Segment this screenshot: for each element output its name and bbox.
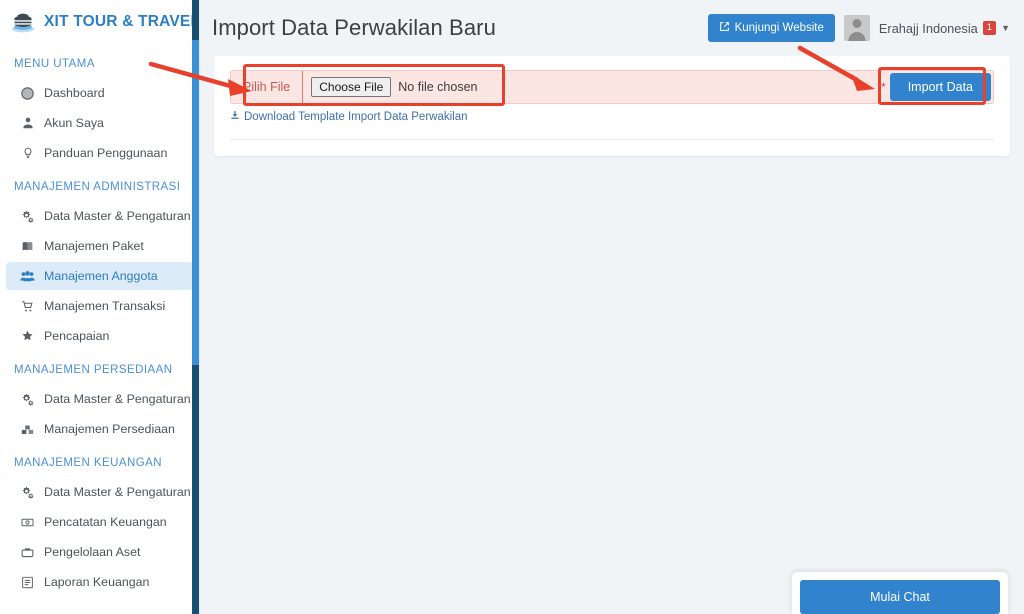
sidebar-brand[interactable]: XIT TOUR & TRAVEL — [0, 0, 199, 46]
sidebar-item-label: Panduan Penggunaan — [44, 146, 167, 160]
import-data-button[interactable]: Import Data — [890, 73, 991, 101]
gears-icon — [20, 393, 35, 406]
gears-icon — [20, 210, 35, 223]
money-icon — [20, 516, 35, 529]
sidebar-item-label: Laporan Keuangan — [44, 575, 149, 589]
boxes-icon — [20, 423, 35, 436]
user-menu[interactable]: Erahajj Indonesia 1 ▼ — [879, 21, 1010, 36]
nav-heading-manajemen-persediaan: MANAJEMEN PERSEDIAAN — [0, 352, 199, 385]
choose-file-button[interactable]: Choose File — [311, 77, 391, 97]
travel-logo-icon — [10, 9, 36, 35]
award-icon — [20, 330, 35, 343]
nav-heading-manajemen-administrasi: MANAJEMEN ADMINISTRASI — [0, 169, 199, 202]
chat-widget: Mulai Chat — [792, 572, 1008, 614]
sidebar-item-label: Akun Saya — [44, 116, 104, 130]
sidebar-item-label: Pengelolaan Aset — [44, 545, 140, 559]
lightbulb-icon — [20, 147, 35, 159]
caret-down-icon: ▼ — [1001, 23, 1010, 33]
visit-website-button[interactable]: Kunjungi Website — [708, 14, 835, 42]
download-icon — [230, 110, 240, 123]
notification-badge: 1 — [983, 21, 996, 35]
sidebar-item-label: Manajemen Paket — [44, 239, 144, 253]
card-divider — [230, 139, 994, 140]
main-content: Import Data Perwakilan Baru Kunjungi Web… — [200, 0, 1024, 614]
sidebar-scrollbar-thumb[interactable] — [192, 40, 199, 365]
file-input-label: Pilih File — [231, 71, 303, 103]
sidebar-item-data-master-keuangan[interactable]: Data Master & Pengaturan — [6, 478, 193, 506]
app-root: XIT TOUR & TRAVEL MENU UTAMA Dashboard — [0, 0, 1024, 614]
brand-title: XIT TOUR & TRAVEL — [44, 13, 200, 31]
sidebar-item-label: Pencapaian — [44, 329, 109, 343]
topbar: Import Data Perwakilan Baru Kunjungi Web… — [200, 0, 1024, 56]
briefcase-icon — [20, 546, 35, 559]
sidebar-item-label: Manajemen Anggota — [44, 269, 158, 283]
sidebar-item-pencatatan-keuangan[interactable]: Pencatatan Keuangan — [6, 508, 193, 536]
download-template-label: Download Template Import Data Perwakilan — [244, 111, 468, 123]
sidebar-item-label: Data Master & Pengaturan — [44, 209, 191, 223]
sidebar-item-label: Manajemen Transaksi — [44, 299, 165, 313]
gears-icon — [20, 486, 35, 499]
sidebar-item-manajemen-persediaan[interactable]: Manajemen Persediaan — [6, 415, 193, 443]
sidebar-item-laporan-keuangan[interactable]: Laporan Keuangan — [6, 568, 193, 596]
sidebar-item-akun-saya[interactable]: Akun Saya — [6, 109, 193, 137]
sidebar-item-manajemen-transaksi[interactable]: Manajemen Transaksi — [6, 292, 193, 320]
globe-icon — [20, 87, 35, 100]
user-icon — [20, 117, 35, 129]
book-icon — [20, 240, 35, 253]
sidebar-item-pengelolaan-aset[interactable]: Pengelolaan Aset — [6, 538, 193, 566]
topbar-right: Kunjungi Website Erahajj Indonesia 1 ▼ — [708, 14, 1010, 42]
nav-heading-menu-utama: MENU UTAMA — [0, 46, 199, 79]
sidebar-nav: MENU UTAMA Dashboard — [0, 46, 199, 596]
cart-icon — [20, 300, 35, 313]
user-name: Erahajj Indonesia — [879, 21, 978, 36]
report-icon — [20, 576, 35, 589]
sidebar-item-label: Data Master & Pengaturan — [44, 485, 191, 499]
nav-heading-manajemen-keuangan: MANAJEMEN KEUANGAN — [0, 445, 199, 478]
avatar[interactable] — [844, 15, 870, 41]
sidebar-item-data-master-persediaan[interactable]: Data Master & Pengaturan — [6, 385, 193, 413]
import-card: Pilih File Choose File No file chosen * … — [214, 56, 1010, 156]
visit-website-label: Kunjungi Website — [735, 22, 824, 34]
required-asterisk: * — [877, 80, 890, 94]
file-input-zone[interactable]: Choose File No file chosen — [303, 71, 877, 103]
sidebar-item-panduan-penggunaan[interactable]: Panduan Penggunaan — [6, 139, 193, 167]
sidebar-item-data-master-administrasi[interactable]: Data Master & Pengaturan — [6, 202, 193, 230]
sidebar-item-label: Dashboard — [44, 86, 105, 100]
sidebar: XIT TOUR & TRAVEL MENU UTAMA Dashboard — [0, 0, 200, 614]
sidebar-item-manajemen-paket[interactable]: Manajemen Paket — [6, 232, 193, 260]
sidebar-item-dashboard[interactable]: Dashboard — [6, 79, 193, 107]
users-icon — [20, 270, 35, 283]
page-title: Import Data Perwakilan Baru — [212, 15, 496, 41]
file-input-group: Pilih File Choose File No file chosen * … — [230, 70, 994, 104]
sidebar-item-pencapaian[interactable]: Pencapaian — [6, 322, 193, 350]
no-file-chosen-text: No file chosen — [398, 80, 477, 94]
external-link-icon — [719, 21, 730, 35]
sidebar-item-label: Manajemen Persediaan — [44, 422, 175, 436]
start-chat-button[interactable]: Mulai Chat — [800, 580, 1000, 614]
sidebar-item-manajemen-anggota[interactable]: Manajemen Anggota — [6, 262, 193, 290]
sidebar-item-label: Pencatatan Keuangan — [44, 515, 167, 529]
download-template-link[interactable]: Download Template Import Data Perwakilan — [230, 110, 468, 123]
sidebar-item-label: Data Master & Pengaturan — [44, 392, 191, 406]
